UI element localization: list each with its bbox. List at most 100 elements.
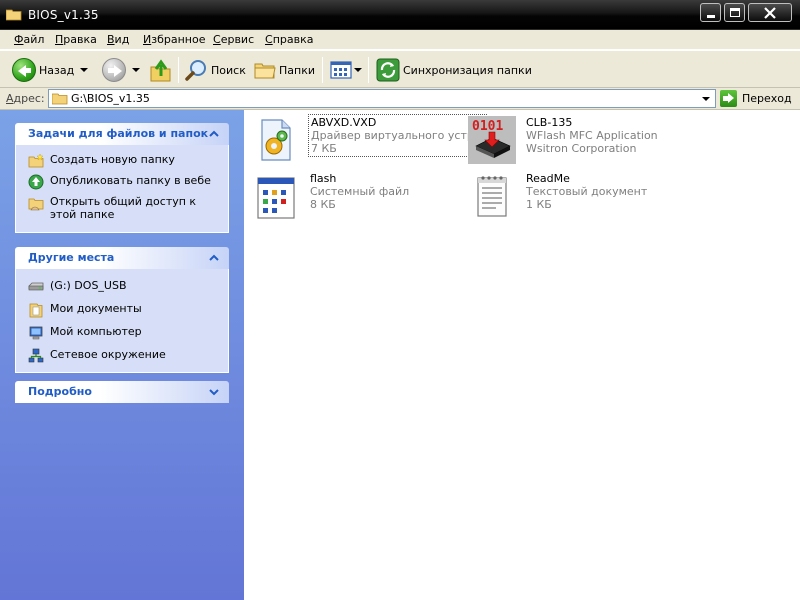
toolbar-separator — [322, 57, 323, 83]
text-document-icon — [477, 176, 507, 217]
collapse-icon[interactable] — [207, 251, 221, 265]
file-name: flash — [310, 172, 337, 185]
chevron-down-icon — [702, 97, 710, 101]
place-drive-g[interactable]: (G:) DOS_USB — [28, 279, 228, 295]
my-documents-icon — [29, 303, 43, 318]
other-places-title: Другие места — [28, 251, 115, 264]
file-type: Драйвер виртуального устр... — [311, 129, 485, 142]
toolbar-separator — [368, 57, 369, 83]
details-panel-title: Подробно — [28, 385, 92, 398]
network-icon — [28, 348, 44, 363]
file-type: Текстовый документ — [526, 185, 648, 198]
share-folder-icon — [28, 198, 44, 211]
place-label: Мои документы — [50, 302, 142, 315]
task-share-folder[interactable]: Открыть общий доступ к этой папке — [28, 195, 228, 221]
task-label: Открыть общий доступ к этой папке — [50, 195, 197, 221]
folder-icon — [52, 93, 68, 105]
file-text: ABVXD.VXD Драйвер виртуального устр... 7… — [307, 114, 488, 157]
file-size: 1 КБ — [526, 198, 552, 211]
place-label: Сетевое окружение — [50, 348, 166, 361]
file-text: CLB-135 WFlash MFC Application Wsitron C… — [526, 116, 658, 155]
folders-label: Папки — [279, 63, 315, 77]
menu-view[interactable]: Вид — [107, 33, 129, 46]
go-label: Переход — [742, 92, 792, 105]
file-text: flash Системный файл 8 КБ — [310, 172, 409, 211]
sync-folder-button[interactable]: Синхронизация папки — [376, 56, 532, 84]
forward-dropdown-icon[interactable] — [132, 68, 140, 72]
file-item[interactable]: ABVXD.VXD Драйвер виртуального устр... 7… — [252, 114, 488, 168]
back-arrow-icon — [12, 58, 36, 82]
menu-tools[interactable]: Сервис — [213, 33, 254, 46]
tasks-panel: Задачи для файлов и папок Создать новую … — [15, 123, 229, 233]
file-name: ReadMe — [526, 172, 570, 185]
address-bar: Адрес: G:\BIOS_v1.35 Переход — [0, 88, 800, 110]
publish-web-icon — [28, 174, 44, 190]
menu-favorites[interactable]: Избранное — [143, 33, 205, 46]
my-computer-icon — [29, 326, 43, 340]
tasks-panel-title: Задачи для файлов и папок — [28, 127, 209, 140]
other-places-header[interactable]: Другие места — [15, 247, 229, 269]
other-places-panel: Другие места (G:) DOS_USB Мои документы — [15, 247, 229, 373]
wflash-app-icon: 0101 — [468, 116, 516, 164]
up-folder-button[interactable] — [150, 56, 172, 84]
details-panel-header[interactable]: Подробно — [15, 381, 229, 403]
close-button[interactable] — [748, 3, 792, 22]
file-list[interactable]: ABVXD.VXD Драйвер виртуального устр... 7… — [244, 110, 800, 600]
forward-arrow-icon — [102, 58, 126, 82]
search-label: Поиск — [211, 63, 246, 77]
file-item[interactable]: 0101 CLB-135 WFlash MFC Application Wsit… — [468, 116, 668, 168]
collapse-icon[interactable] — [207, 127, 221, 141]
sync-icon — [376, 58, 400, 82]
folders-icon — [254, 63, 276, 79]
back-label: Назад — [39, 63, 75, 77]
menu-bar: Файл Правка Вид Избранное Сервис Справка — [0, 30, 800, 50]
other-places-body: (G:) DOS_USB Мои документы Мой компьютер — [15, 269, 229, 373]
maximize-button[interactable] — [724, 3, 745, 22]
views-button[interactable] — [330, 56, 362, 84]
forward-button[interactable] — [102, 56, 140, 84]
go-button[interactable]: Переход — [720, 89, 792, 108]
back-dropdown-icon[interactable] — [80, 68, 89, 72]
up-folder-icon — [150, 59, 171, 82]
file-item[interactable]: ReadMe Текстовый документ 1 КБ — [468, 172, 668, 224]
toolbar: Назад Поиск Папки Синхронизация папки — [0, 50, 800, 88]
folders-button[interactable]: Папки — [254, 56, 315, 84]
menu-edit[interactable]: Правка — [55, 33, 97, 46]
place-network[interactable]: Сетевое окружение — [28, 348, 228, 364]
task-label: Создать новую папку — [50, 153, 175, 166]
menu-file[interactable]: Файл — [14, 33, 44, 46]
file-text: ReadMe Текстовый документ 1 КБ — [526, 172, 647, 211]
file-company: Wsitron Corporation — [526, 142, 637, 155]
place-my-computer[interactable]: Мой компьютер — [28, 325, 228, 341]
file-item[interactable]: flash Системный файл 8 КБ — [252, 172, 452, 224]
task-publish-web[interactable]: Опубликовать папку в вебе — [28, 174, 228, 190]
back-button[interactable]: Назад — [12, 56, 89, 84]
views-dropdown-icon[interactable] — [354, 68, 362, 72]
place-label: (G:) DOS_USB — [50, 279, 127, 292]
menu-help[interactable]: Справка — [265, 33, 313, 46]
place-label: Мой компьютер — [50, 325, 142, 338]
window-title: BIOS_v1.35 — [28, 8, 99, 22]
title-bar[interactable]: BIOS_v1.35 — [0, 0, 800, 30]
task-label: Опубликовать папку в вебе — [50, 174, 211, 187]
file-name: CLB-135 — [526, 116, 573, 129]
address-dropdown-button[interactable] — [698, 90, 715, 107]
file-type: Системный файл — [310, 185, 410, 198]
place-my-documents[interactable]: Мои документы — [28, 302, 228, 318]
toolbar-separator — [178, 57, 179, 83]
file-size: 8 КБ — [310, 198, 336, 211]
tasks-panel-header[interactable]: Задачи для файлов и папок — [15, 123, 229, 145]
minimize-button[interactable] — [700, 3, 721, 22]
task-new-folder[interactable]: Создать новую папку — [28, 153, 228, 169]
sync-label: Синхронизация папки — [403, 63, 532, 77]
driver-file-icon — [261, 119, 291, 161]
views-icon — [330, 61, 352, 79]
expand-icon[interactable] — [207, 385, 221, 399]
file-name: ABVXD.VXD — [311, 116, 377, 129]
address-input[interactable]: G:\BIOS_v1.35 — [48, 89, 716, 108]
address-value: G:\BIOS_v1.35 — [71, 92, 150, 105]
search-button[interactable]: Поиск — [184, 56, 246, 84]
search-icon — [185, 60, 206, 81]
close-icon — [764, 7, 776, 19]
drive-icon — [28, 282, 44, 291]
